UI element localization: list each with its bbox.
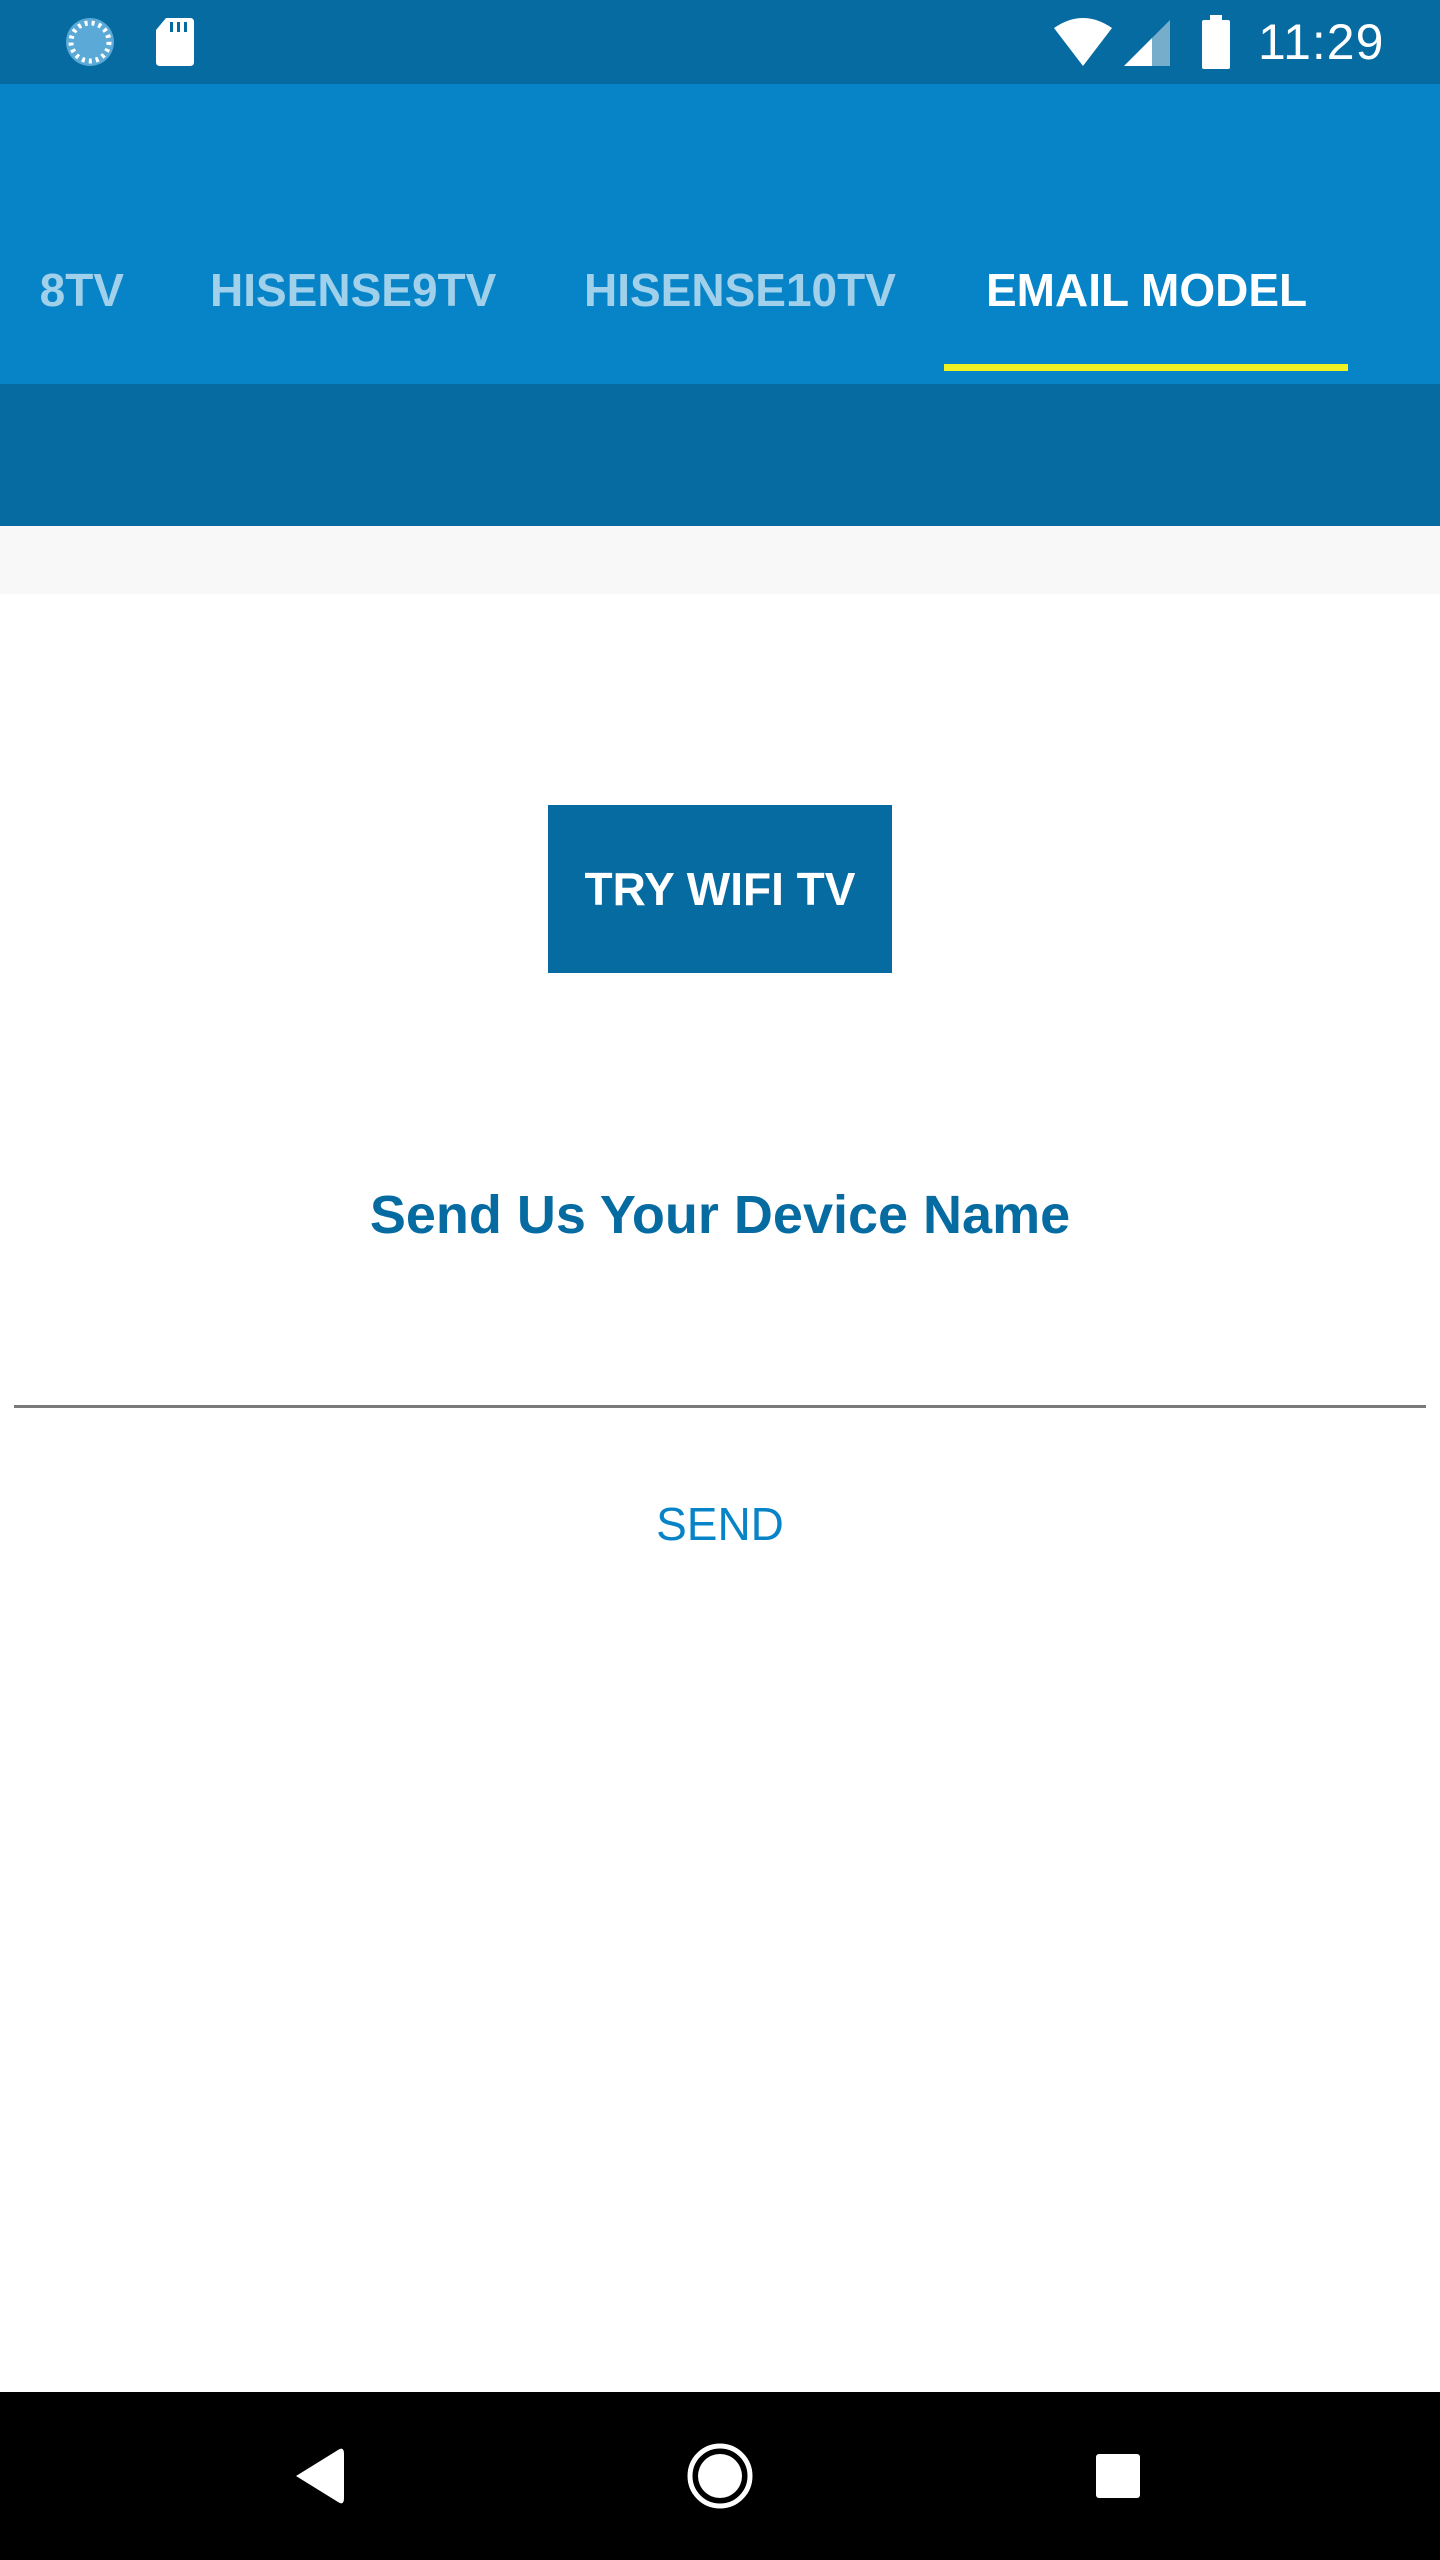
- tab-8tv[interactable]: 8TV: [14, 230, 134, 350]
- toolbar-extension: [0, 384, 1440, 526]
- status-bar: 11:29: [0, 0, 1440, 84]
- try-wifi-tv-button[interactable]: TRY WIFI TV: [548, 805, 892, 973]
- tab-indicator: [944, 364, 1348, 371]
- navigation-bar: [0, 2392, 1440, 2560]
- loader-icon: [66, 18, 114, 66]
- send-device-name-heading: Send Us Your Device Name: [369, 1185, 1071, 1245]
- sd-card-icon: [156, 18, 194, 66]
- cell-signal-icon: [1124, 20, 1170, 66]
- back-icon[interactable]: [290, 2436, 350, 2516]
- screen: 11:29 8TV HISENSE9TV HISENSE10TV EMAIL M…: [0, 0, 1440, 2560]
- recents-icon[interactable]: [1090, 2446, 1146, 2506]
- tab-hisense9tv[interactable]: HISENSE9TV: [210, 230, 496, 350]
- device-name-input[interactable]: [14, 1300, 1426, 1408]
- status-clock: 11:29: [1258, 14, 1385, 70]
- tab-email-model[interactable]: EMAIL MODEL: [986, 230, 1307, 350]
- content-top-band: [0, 526, 1440, 594]
- battery-icon: [1202, 15, 1230, 69]
- tab-label: 8TV: [39, 264, 124, 316]
- home-icon[interactable]: [680, 2436, 760, 2516]
- tab-hisense10tv[interactable]: HISENSE10TV: [584, 230, 896, 350]
- send-button[interactable]: SEND: [600, 1474, 840, 1574]
- wifi-icon: [1054, 18, 1112, 66]
